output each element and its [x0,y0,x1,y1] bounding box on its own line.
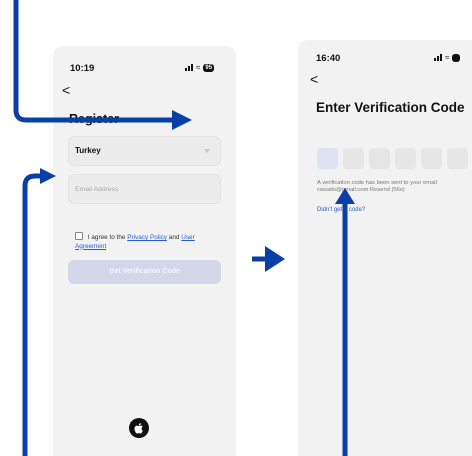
arrowhead-right [40,168,56,184]
arrowhead-right-large [265,246,285,272]
arrowhead-up [335,188,355,204]
arrow-to-email-field [22,173,42,456]
annotation-overlay [13,0,355,456]
arrow-to-country-select [13,0,175,123]
arrowhead-right [172,110,192,130]
